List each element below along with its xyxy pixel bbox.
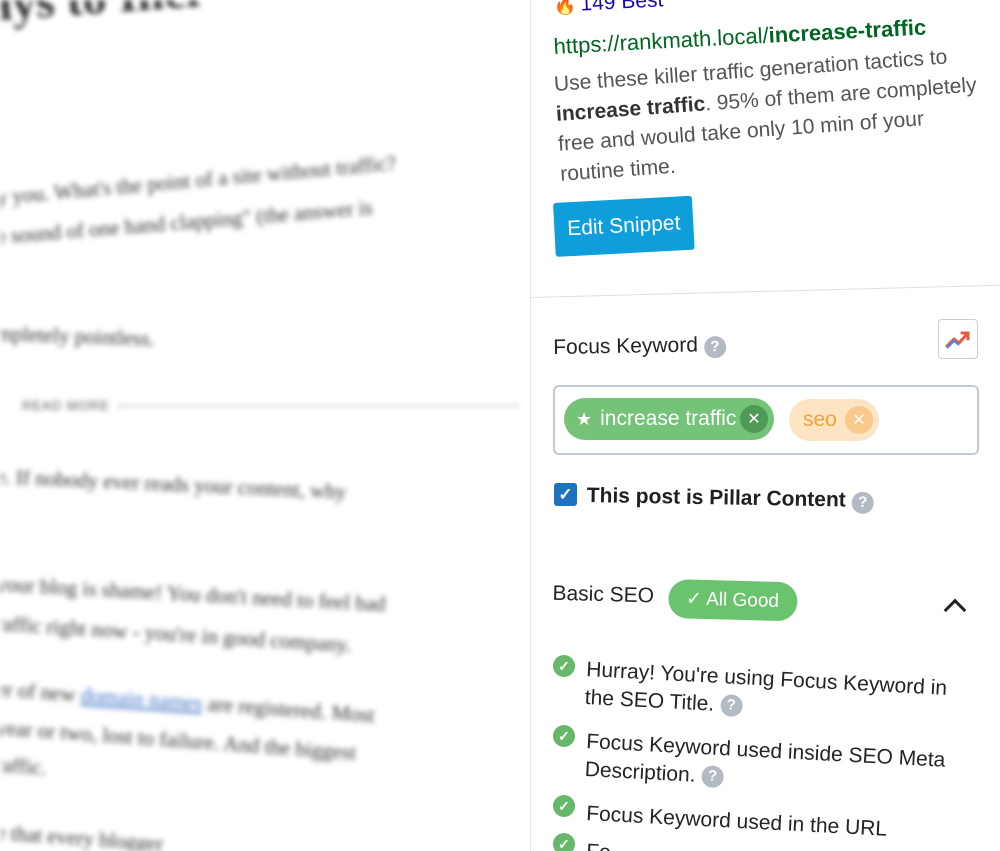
snippet-title-row: 🔥 149 Best (553, 0, 664, 18)
check-circle-icon: ✓ (553, 795, 575, 817)
check-circle-icon: ✓ (553, 725, 575, 747)
pillar-content-label: This post is Pillar Content (586, 484, 846, 512)
trend-chart-icon (945, 331, 970, 349)
section-divider (531, 284, 1000, 298)
article-line: e. If nobody ever reads your content, wh… (0, 464, 347, 504)
chevron-up-icon[interactable] (943, 598, 967, 622)
dotted-divider (118, 405, 518, 407)
snippet-description: Use these killer traffic generation tact… (553, 41, 982, 190)
article-content: ays to Incr y you. What's the point of a… (0, 0, 530, 851)
keyword-tag-label: increase traffic (600, 407, 737, 430)
article-text: are registered. Most (201, 691, 376, 728)
seo-check-item: Focus Keyword used in the URL (586, 800, 888, 844)
basic-seo-label: Basic SEO (552, 581, 655, 608)
seo-sidebar-panel: 🔥 149 Best https://rankmath.local/increa… (530, 0, 1000, 851)
trend-chart-button[interactable] (938, 319, 978, 359)
domain-names-link[interactable]: domain names (80, 683, 203, 715)
all-good-badge: ✓ All Good (667, 579, 798, 622)
read-more-link[interactable]: READ MORE (22, 398, 110, 413)
pillar-content-row: This post is Pillar Content? (587, 484, 874, 514)
help-icon[interactable]: ? (719, 694, 743, 718)
seo-check-text: Fo (586, 840, 612, 851)
seo-check-text-line: the SEO Title. (584, 685, 715, 716)
seo-check-text-line: Description. (584, 757, 697, 787)
star-icon: ★ (576, 408, 593, 429)
focus-keyword-label: Focus Keyword (553, 333, 699, 359)
seo-check-item: Hurray! You're using Focus Keyword in th… (584, 656, 948, 731)
article-line: mpletely pointless. (0, 321, 156, 351)
basic-seo-header[interactable]: Basic SEO ✓ All Good (552, 576, 798, 622)
fire-icon: 🔥 (553, 0, 577, 16)
seo-check-item: Fo (586, 838, 612, 851)
article-line: raffic. (0, 752, 48, 780)
help-icon[interactable]: ? (703, 335, 727, 359)
seo-check-item: Focus Keyword used inside SEO Meta Descr… (584, 728, 946, 803)
pillar-content-checkbox[interactable]: ✓ (554, 483, 577, 506)
focus-keyword-input[interactable]: ★ increase traffic ✕ seo ✕ (553, 385, 979, 455)
check-circle-icon: ✓ (553, 833, 575, 851)
snippet-url-slug: increase-traffic (767, 14, 927, 48)
keyword-tag-secondary[interactable]: seo ✕ (789, 399, 879, 441)
article-line: e that every blogger (0, 820, 165, 851)
help-icon[interactable]: ? (851, 491, 874, 514)
keyword-tag-label: seo (803, 408, 837, 431)
check-circle-icon: ✓ (553, 655, 575, 677)
keyword-tag-primary[interactable]: ★ increase traffic ✕ (564, 398, 774, 440)
article-text: er of new (0, 676, 82, 707)
remove-keyword-icon[interactable]: ✕ (845, 406, 873, 434)
edit-snippet-button[interactable]: Edit Snippet (553, 195, 695, 257)
seo-check-text: Focus Keyword used in the URL (585, 801, 888, 841)
article-line: raffic right now - you're in good compan… (0, 611, 352, 657)
snippet-title: 149 Best (579, 0, 664, 16)
article-line: your blog is shame! You don't need to fe… (0, 571, 387, 617)
help-icon[interactable]: ? (700, 765, 725, 789)
snippet-url-prefix: https://rankmath.local/ (553, 22, 770, 59)
focus-keyword-header: Focus Keyword? (553, 333, 727, 361)
article-title: ays to Incr (0, 0, 208, 33)
remove-keyword-icon[interactable]: ✕ (740, 405, 768, 433)
